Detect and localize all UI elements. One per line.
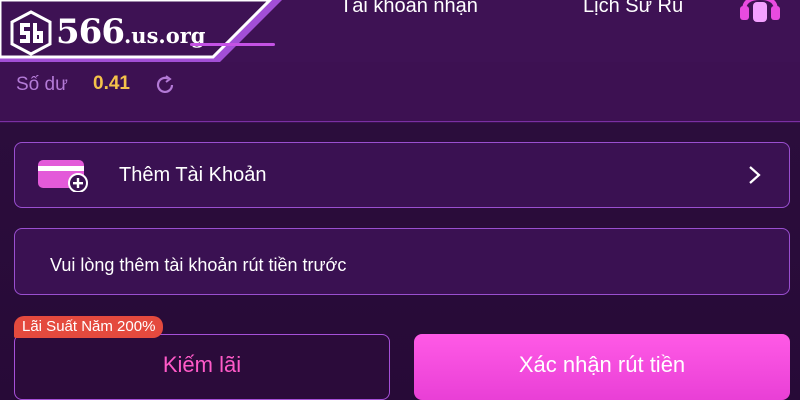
- refresh-icon[interactable]: [154, 74, 176, 96]
- notice-text: Vui lòng thêm tài khoản rút tiền trước: [50, 255, 347, 275]
- tab-withdraw-history[interactable]: Lịch Sử Rú: [583, 0, 683, 18]
- chevron-right-icon: [749, 166, 761, 184]
- balance-value: 0.41: [93, 73, 130, 94]
- logo-mark-icon: [10, 10, 52, 56]
- balance-label: Số dư: [16, 74, 68, 95]
- add-account-label: Thêm Tài Khoản: [119, 164, 267, 186]
- tab-receiving-account[interactable]: Tài khoản nhận: [340, 0, 478, 18]
- headset-icon[interactable]: [738, 0, 782, 24]
- active-tab-underline: [190, 43, 275, 46]
- confirm-withdraw-label: Xác nhận rút tiền: [518, 352, 686, 377]
- wallet-add-icon: [38, 160, 88, 192]
- interest-rate-badge: Lãi Suất Năm 200%: [14, 316, 164, 338]
- logo-number: 566: [56, 12, 125, 52]
- logo-text: 566.us.org: [56, 12, 205, 56]
- earn-interest-label: Kiếm lãi: [162, 352, 242, 377]
